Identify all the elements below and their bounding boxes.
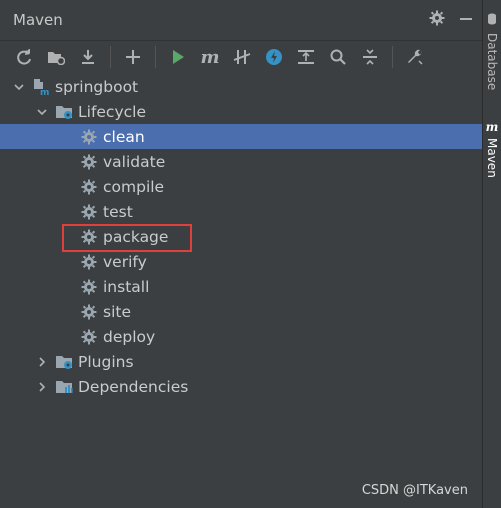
gear-icon (80, 303, 98, 321)
search-icon[interactable] (324, 43, 352, 71)
svg-text:m: m (40, 88, 49, 96)
side-tab-label: Maven (485, 138, 499, 178)
chevron-down-icon[interactable] (35, 105, 49, 119)
lifecycle-goal-site[interactable]: site (0, 299, 483, 324)
minimize-icon[interactable] (459, 11, 473, 30)
gear-icon (80, 278, 98, 296)
tool-window-title: Maven (13, 11, 63, 29)
lifecycle-goal-test[interactable]: test (0, 199, 483, 224)
collapse-all-icon[interactable] (356, 43, 384, 71)
tree-label: Lifecycle (78, 102, 146, 121)
side-tab-label: Database (485, 33, 499, 91)
tool-window-header: Maven (0, 0, 483, 41)
show-dependencies-icon[interactable] (292, 43, 320, 71)
side-tab-database[interactable]: Database (483, 10, 501, 90)
wrench-settings-icon[interactable] (401, 43, 429, 71)
reload-icon[interactable] (10, 43, 38, 71)
maven-m-icon: m (485, 120, 499, 134)
lifecycle-goal-validate[interactable]: validate (0, 149, 483, 174)
tree-row-plugins[interactable]: Plugins (0, 349, 483, 374)
tree-label: test (103, 202, 133, 221)
gear-icon (80, 153, 98, 171)
tree-row-lifecycle[interactable]: Lifecycle (0, 99, 483, 124)
watermark: CSDN @ITKaven (361, 483, 468, 498)
toolbar-separator (155, 46, 156, 68)
maven-tool-window: Maven m m springboot Lifecycle clean val… (0, 0, 483, 508)
tree-label: Dependencies (78, 377, 189, 396)
tree-label: compile (103, 177, 165, 196)
gear-icon (80, 203, 98, 221)
tree-label: clean (103, 127, 145, 146)
gear-icon (80, 128, 98, 146)
generate-sources-icon[interactable] (42, 43, 70, 71)
tree-label: install (103, 277, 150, 296)
toggle-offline-icon[interactable] (228, 43, 256, 71)
gear-icon[interactable] (429, 10, 445, 30)
database-icon (487, 10, 497, 29)
chevron-right-icon[interactable] (35, 380, 49, 394)
download-icon[interactable] (74, 43, 102, 71)
gear-icon (80, 178, 98, 196)
side-tab-maven[interactable]: m Maven (483, 120, 501, 178)
skip-tests-icon[interactable] (260, 43, 288, 71)
lifecycle-goal-verify[interactable]: verify (0, 249, 483, 274)
tree-label: validate (103, 152, 166, 171)
tree-label: verify (103, 252, 147, 271)
maven-project-icon: m (32, 78, 50, 96)
tree-row-dependencies[interactable]: Dependencies (0, 374, 483, 399)
gear-icon (80, 253, 98, 271)
add-icon[interactable] (119, 43, 147, 71)
toolbar-separator (392, 46, 393, 68)
tree-label: site (103, 302, 131, 321)
chevron-right-icon[interactable] (35, 355, 49, 369)
tree-label: Plugins (78, 352, 134, 371)
maven-goal-icon[interactable]: m (196, 43, 224, 71)
maven-toolbar: m (0, 41, 483, 73)
package-highlight-annotation (62, 224, 192, 252)
lifecycle-folder-icon (55, 103, 73, 121)
lifecycle-goal-deploy[interactable]: deploy (0, 324, 483, 349)
gear-icon (80, 328, 98, 346)
chevron-down-icon[interactable] (12, 80, 26, 94)
plugins-folder-icon (55, 353, 73, 371)
lifecycle-goal-clean[interactable]: clean (0, 124, 483, 149)
tree-label: deploy (103, 327, 156, 346)
toolbar-separator (110, 46, 111, 68)
dependencies-folder-icon (55, 378, 73, 396)
right-tool-strip: Database m Maven (482, 0, 501, 508)
run-icon[interactable] (164, 43, 192, 71)
lifecycle-goal-install[interactable]: install (0, 274, 483, 299)
lifecycle-goal-compile[interactable]: compile (0, 174, 483, 199)
tree-row-project[interactable]: m springboot (0, 74, 483, 99)
header-actions (429, 10, 473, 30)
tree-label: springboot (55, 77, 139, 96)
